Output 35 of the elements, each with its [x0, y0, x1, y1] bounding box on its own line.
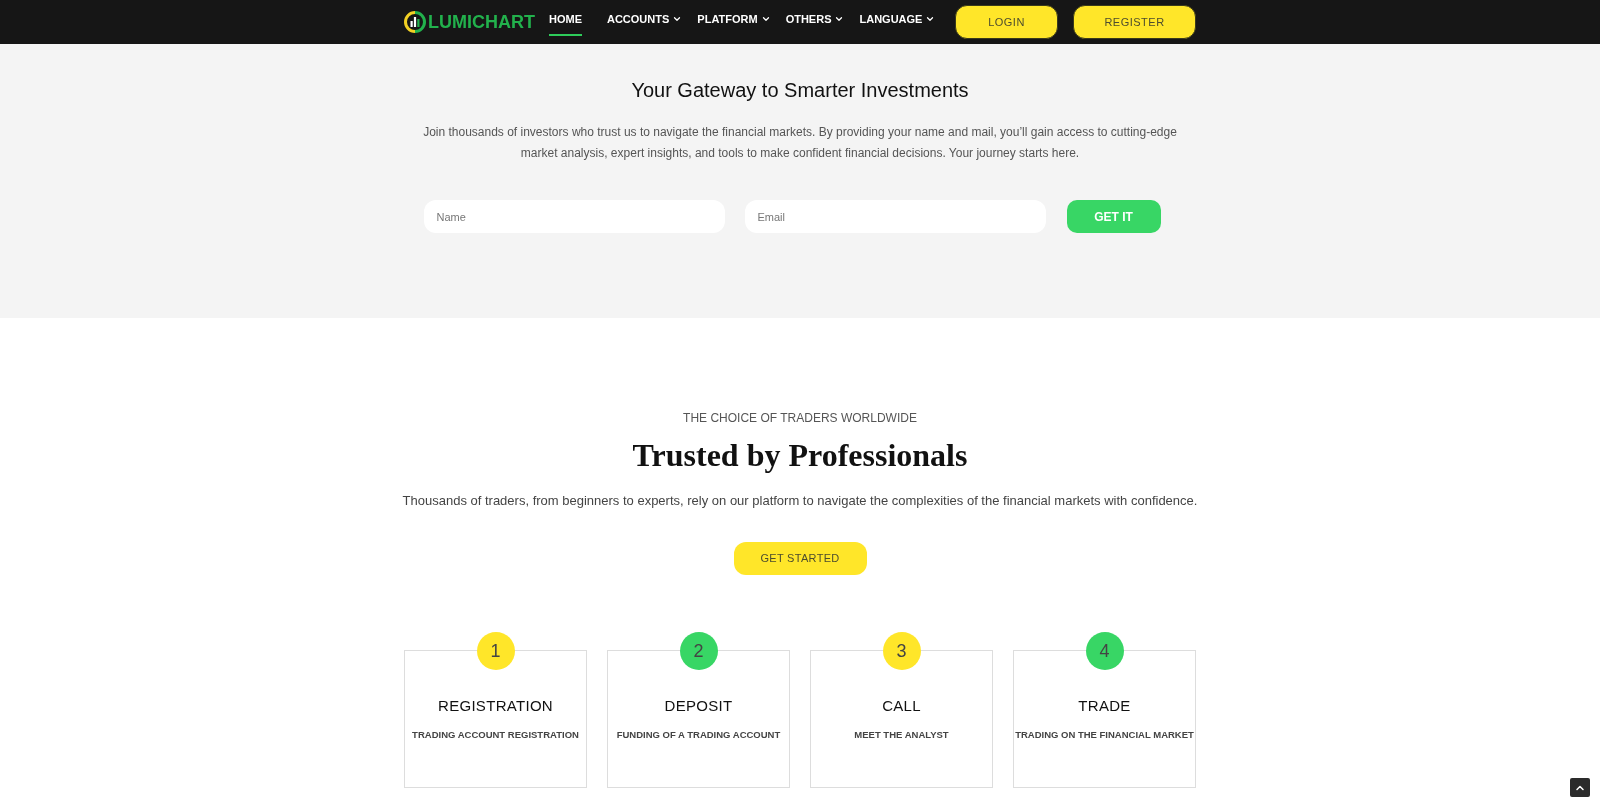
logo-text: LUMICHART [428, 10, 535, 34]
step-subtitle: TRADING ACCOUNT REGISTRATION [412, 728, 579, 742]
hero-title: Your Gateway to Smarter Investments [631, 78, 969, 103]
scroll-to-top-button[interactable] [1570, 778, 1590, 797]
step-subtitle: TRADING ON THE FINANCIAL MARKET [1015, 728, 1194, 742]
register-button[interactable]: REGISTER [1073, 5, 1196, 39]
nav-link[interactable]: OTHERS [785, 8, 845, 36]
logo-icon [404, 11, 426, 33]
get-started-button[interactable]: GET STARTED [733, 542, 867, 575]
step-title: TRADE [1078, 696, 1131, 716]
step-number-badge: 1 [476, 632, 515, 670]
step-subtitle: FUNDING OF A TRADING ACCOUNT [616, 728, 781, 742]
email-input[interactable]: Email [744, 200, 1046, 233]
step-title: CALL [882, 696, 921, 716]
name-input[interactable]: Name [423, 200, 725, 233]
step-number-badge: 4 [1085, 632, 1124, 670]
step-number-badge: 2 [679, 632, 718, 670]
step-title: DEPOSIT [664, 696, 733, 716]
logo[interactable]: LUMICHART [404, 8, 535, 36]
nav-link[interactable]: HOME [549, 8, 582, 36]
step-subtitle: MEET THE ANALYST [854, 728, 949, 742]
section-eyebrow: THE CHOICE OF TRADERS WORLDWIDE [683, 410, 917, 426]
step-title: REGISTRATION [438, 696, 553, 716]
nav-link[interactable]: LANGUAGE [859, 8, 936, 36]
nav-link[interactable]: ACCOUNTS [607, 8, 683, 36]
hero-text: Join thousands of investors who trust us to navigate the financial markets. By providing your name and mail, you’ll gain access to cutting-edge market analysis, expert insights, and tools to make confident financial decisions. Your journey starts here. [422, 124, 1178, 162]
nav-link[interactable]: PLATFORM [697, 8, 771, 36]
chevron-down-icon [834, 14, 845, 24]
chevron-down-icon [672, 14, 683, 24]
section-title: Trusted by Professionals [632, 436, 968, 474]
step-number-badge: 3 [882, 632, 921, 670]
login-button[interactable]: LOGIN [955, 5, 1058, 39]
chevron-down-icon [760, 14, 771, 24]
section-text: Thousands of traders, from beginners to experts, rely on our platform to navigate the complexities of the financial markets with confidence. [402, 492, 1198, 510]
chevron-down-icon [925, 14, 936, 24]
